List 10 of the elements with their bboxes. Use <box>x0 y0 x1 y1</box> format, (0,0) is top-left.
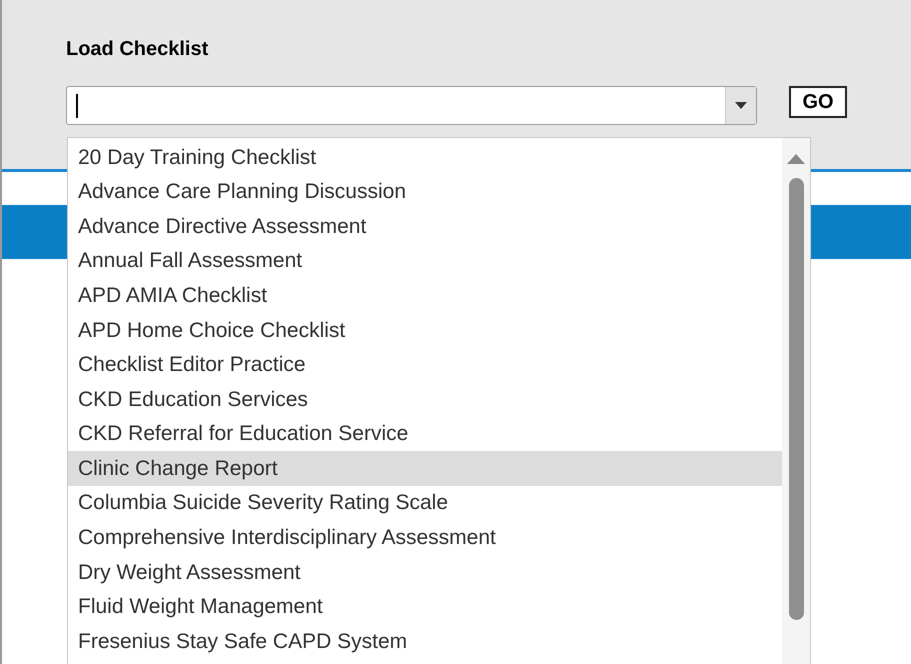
text-cursor <box>76 94 78 118</box>
checklist-combo-field[interactable] <box>66 86 758 125</box>
go-button[interactable]: GO <box>789 86 847 118</box>
panel-title: Load Checklist <box>66 37 210 62</box>
caret-down-icon <box>735 102 748 109</box>
scrollbar[interactable] <box>782 138 810 664</box>
scrollbar-thumb[interactable] <box>788 178 804 620</box>
checklist-option[interactable]: Clinic Change Report <box>68 451 782 486</box>
dropdown-toggle[interactable] <box>725 87 756 124</box>
scroll-up-icon <box>787 154 805 164</box>
